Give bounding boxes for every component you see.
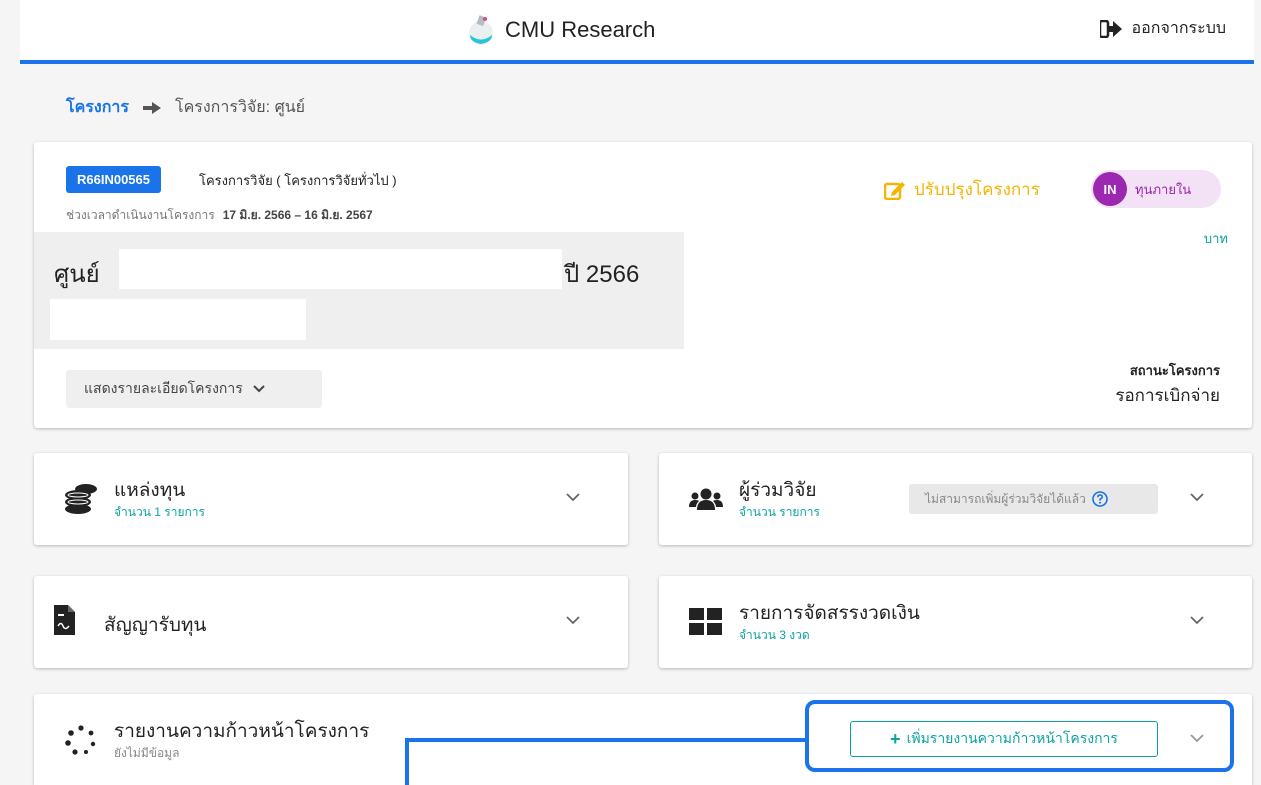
co-researchers-limit-note: ไม่สามารถเพิ่มผู้ร่วมวิจัยได้แล้ว (909, 484, 1158, 514)
app-name: CMU Research (505, 17, 656, 42)
installments-title: รายการจัดสรรงวดเงิน (739, 603, 920, 624)
co-researchers-section[interactable]: ผู้ร่วมวิจัย จำนวน รายการ ไม่สามารถเพิ่ม… (659, 453, 1252, 545)
edit-project-label: ปรับปรุงโครงการ (914, 180, 1040, 199)
logout-label: ออกจากระบบ (1131, 20, 1226, 37)
chevron-down-icon[interactable] (1190, 493, 1204, 502)
contract-document-icon (54, 605, 75, 635)
flask-logo-icon (469, 15, 493, 45)
users-icon (689, 488, 723, 510)
installments-count: จำนวน 3 งวด (739, 628, 810, 642)
funding-section[interactable]: แหล่งทุน จำนวน 1 รายการ (34, 453, 628, 545)
co-researchers-count: จำนวน รายการ (739, 505, 820, 519)
edit-project-button[interactable]: ปรับปรุงโครงการ (884, 176, 1040, 203)
project-summary-card: R66IN00565 โครงการวิจัย ( โครงการวิจัยทั… (34, 142, 1252, 428)
project-period: ช่วงเวลาดำเนินงานโครงการ 17 มิ.ย. 2566 – … (66, 206, 373, 225)
fund-type-chip: IN ทุนภายใน (1091, 170, 1221, 208)
chevron-down-icon[interactable] (566, 493, 580, 502)
coins-icon (65, 484, 97, 514)
redacted-area (119, 249, 562, 289)
status-label: สถานะโครงการ (1129, 363, 1220, 378)
page: CMU Research ออกจากระบบ โครงการ โครงการว… (0, 0, 1261, 785)
currency-label: บาท (1203, 231, 1228, 246)
installments-section[interactable]: รายการจัดสรรงวดเงิน จำนวน 3 งวด (659, 576, 1252, 668)
help-circle-icon[interactable] (1092, 491, 1108, 507)
period-value: 17 มิ.ย. 2566 – 16 มิ.ย. 2567 (222, 208, 373, 222)
co-researchers-title: ผู้ร่วมวิจัย (739, 480, 817, 501)
chevron-down-icon (253, 385, 265, 393)
top-bar: CMU Research ออกจากระบบ (20, 0, 1254, 64)
progress-report-title: รายงานความก้าวหน้าโครงการ (114, 721, 370, 742)
contract-section[interactable]: สัญญารับทุน (34, 576, 628, 668)
status-value: รอการเบิกจ่าย (1115, 386, 1220, 405)
chevron-down-icon[interactable] (566, 616, 580, 625)
progress-report-empty-note: ยังไม่มีข้อมูล (114, 746, 180, 760)
breadcrumb: โครงการ โครงการวิจัย: ศูนย์ (66, 95, 305, 120)
fund-type-avatar: IN (1093, 172, 1127, 206)
sign-out-icon (1099, 19, 1122, 38)
redacted-area (50, 299, 306, 340)
project-type: โครงการวิจัย ( โครงการวิจัยทั่วไป ) (199, 173, 397, 188)
limit-note-text: ไม่สามารถเพิ่มผู้ร่วมวิจัยได้แล้ว (925, 491, 1086, 506)
show-details-button[interactable]: แสดงรายละเอียดโครงการ (66, 370, 322, 408)
highlight-connector-line (405, 738, 806, 742)
arrow-right-icon (142, 101, 161, 114)
funding-title: แหล่งทุน (114, 480, 186, 501)
period-label: ช่วงเวลาดำเนินงานโครงการ (66, 208, 215, 222)
breadcrumb-root-link[interactable]: โครงการ (66, 95, 129, 120)
project-title: ศูนย์ (54, 261, 100, 288)
project-year: ปี 2566 (564, 261, 640, 288)
project-title-block: ศูนย์ ปี 2566 (34, 232, 684, 349)
edit-icon (884, 181, 905, 200)
highlight-connector-line (405, 738, 409, 785)
breadcrumb-current: โครงการวิจัย: ศูนย์ (174, 99, 306, 116)
funding-count: จำนวน 1 รายการ (114, 505, 205, 519)
logout-button[interactable]: ออกจากระบบ (1099, 16, 1226, 41)
brand[interactable]: CMU Research (465, 14, 655, 46)
show-details-label: แสดงรายละเอียดโครงการ (84, 380, 243, 396)
chevron-down-icon[interactable] (1190, 616, 1204, 625)
highlight-box (805, 700, 1234, 772)
contract-title: สัญญารับทุน (104, 615, 207, 636)
fund-type-label: ทุนภายใน (1135, 181, 1192, 197)
spinner-icon (65, 725, 96, 755)
project-code-badge: R66IN00565 (66, 166, 161, 193)
grid-icon (689, 608, 722, 635)
